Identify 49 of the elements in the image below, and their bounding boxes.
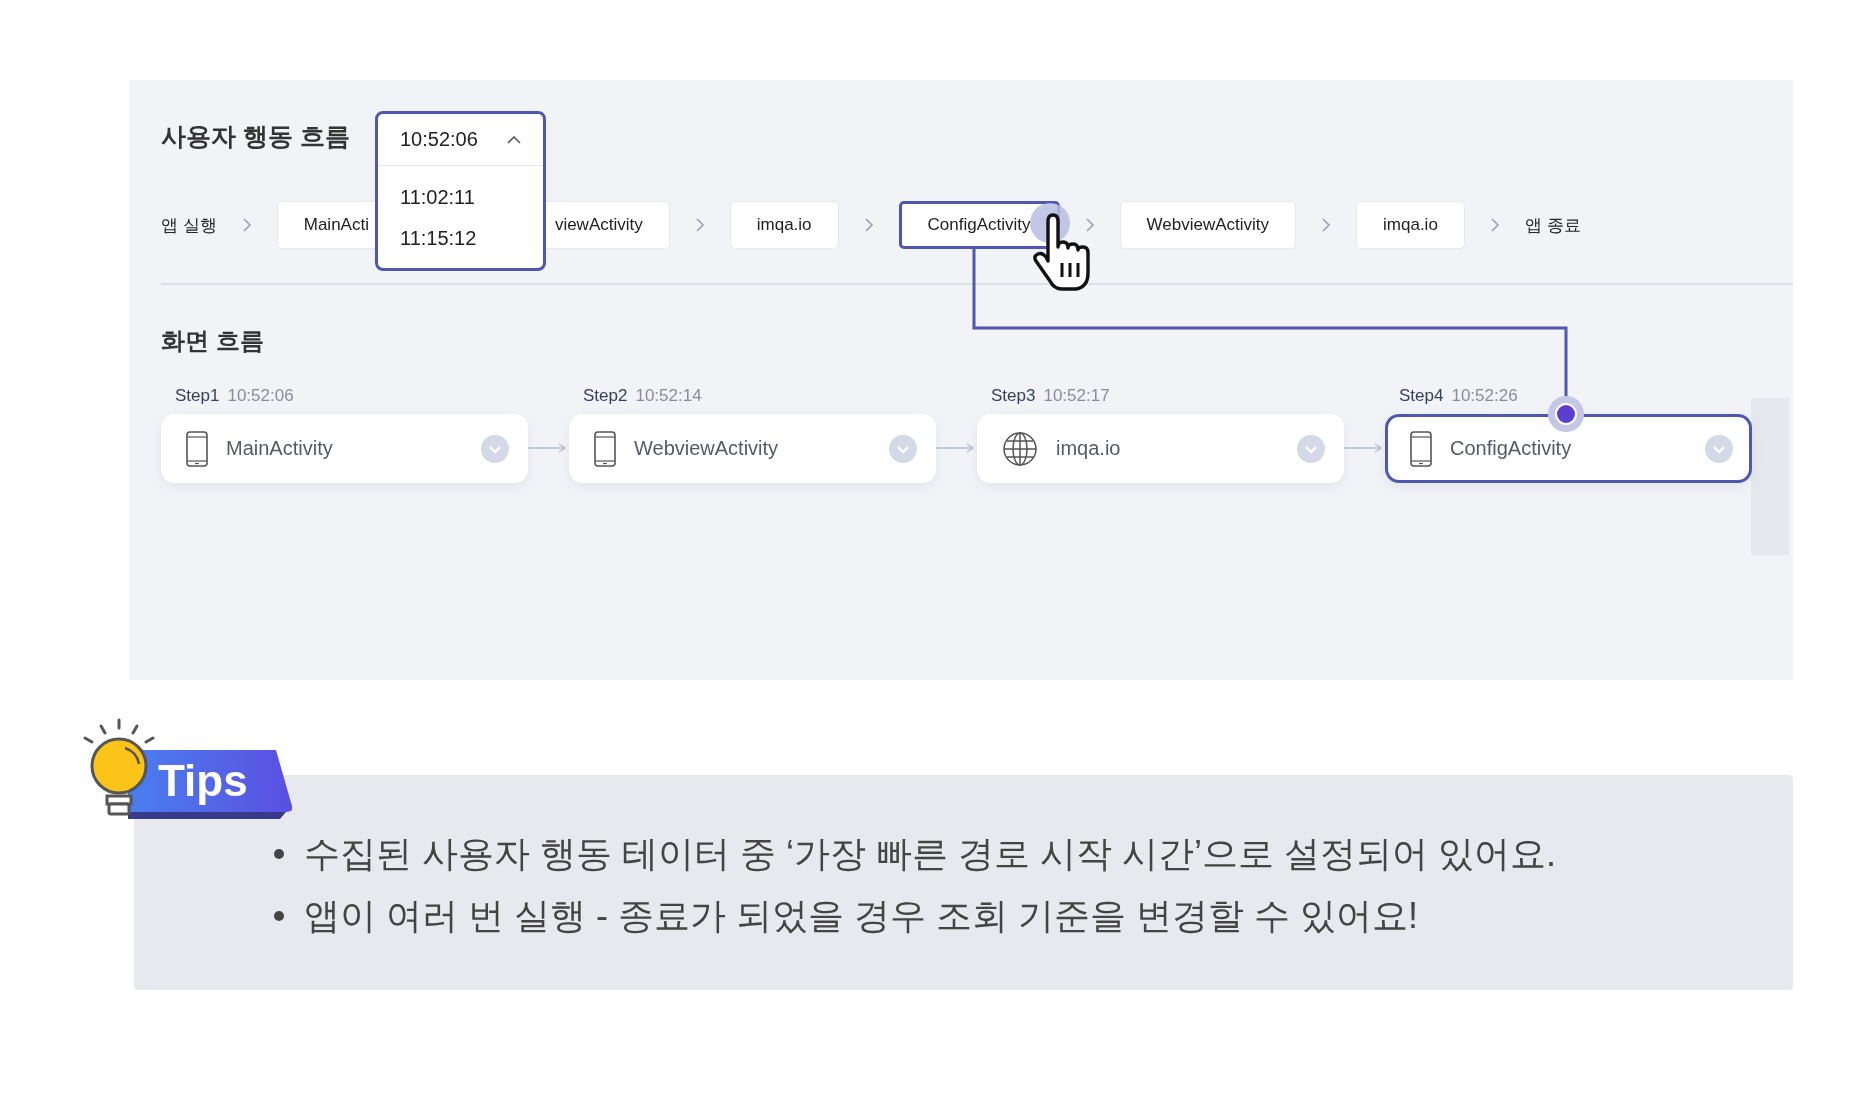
globe-icon xyxy=(1002,430,1038,467)
link-dot xyxy=(1547,395,1585,433)
step-number: Step3 xyxy=(991,386,1036,405)
chevron-right-icon xyxy=(1489,218,1500,232)
step-card[interactable]: MainActivity xyxy=(161,414,528,483)
arrow-connector xyxy=(1344,443,1385,453)
expand-icon[interactable] xyxy=(889,434,917,463)
step-name: MainActivity xyxy=(226,437,334,460)
chevron-right-icon xyxy=(241,218,252,232)
bullet-icon xyxy=(274,849,284,859)
expand-icon[interactable] xyxy=(481,434,509,463)
phone-icon xyxy=(594,430,616,467)
step-time: 10:52:17 xyxy=(1043,386,1110,405)
section-title: 사용자 행동 흐름 xyxy=(161,121,350,152)
step-name: WebviewActivity xyxy=(634,437,780,460)
step-card[interactable]: WebviewActivity xyxy=(569,414,936,483)
tip-text: 수집된 사용자 행동 테이터 중 ‘가장 빠른 경로 시작 시간’으로 설정되어 있어요. xyxy=(304,832,1557,876)
chevron-right-icon xyxy=(1084,218,1095,232)
flow-chip[interactable]: WebviewActivity xyxy=(1119,201,1297,249)
time-select[interactable]: 10:52:06 xyxy=(378,114,543,166)
bullet-icon xyxy=(274,911,284,921)
step-time: 10:52:26 xyxy=(1451,386,1518,405)
expand-icon[interactable] xyxy=(1705,434,1733,463)
step-time: 10:52:06 xyxy=(227,386,294,405)
flow-end: 앱 종료 xyxy=(1524,214,1581,237)
step-number: Step4 xyxy=(1399,386,1444,405)
step-name: imqa.io xyxy=(1056,437,1122,460)
step-card[interactable]: ConfigActivity xyxy=(1385,414,1752,483)
step-name: ConfigActivity xyxy=(1450,437,1573,460)
step-card[interactable]: imqa.io xyxy=(977,414,1344,483)
step-number: Step2 xyxy=(583,386,628,405)
tip-text: 앱이 여러 번 실행 - 종료가 되었을 경우 조회 기준을 변경할 수 있어요! xyxy=(304,894,1418,938)
time-dropdown[interactable]: 10:52:06 11:02:11 11:15:12 xyxy=(375,111,546,271)
flow-start: 앱 실행 xyxy=(161,214,217,237)
tips-label: Tips xyxy=(158,756,248,806)
chevron-right-icon xyxy=(1321,218,1332,232)
arrow-connector xyxy=(936,443,977,453)
phone-icon xyxy=(186,430,208,467)
expand-icon[interactable] xyxy=(1297,434,1325,463)
step-number: Step1 xyxy=(175,386,220,405)
arrow-connector xyxy=(528,443,569,453)
chevron-right-icon xyxy=(694,218,705,232)
section-title: 화면 흐름 xyxy=(161,326,265,355)
step-time: 10:52:14 xyxy=(635,386,702,405)
caret-up-icon xyxy=(507,135,521,144)
flow-chip[interactable]: imqa.io xyxy=(1356,201,1465,249)
phone-icon xyxy=(1410,430,1432,467)
flow-chip[interactable]: imqa.io xyxy=(729,201,839,249)
chevron-right-icon xyxy=(863,218,874,232)
